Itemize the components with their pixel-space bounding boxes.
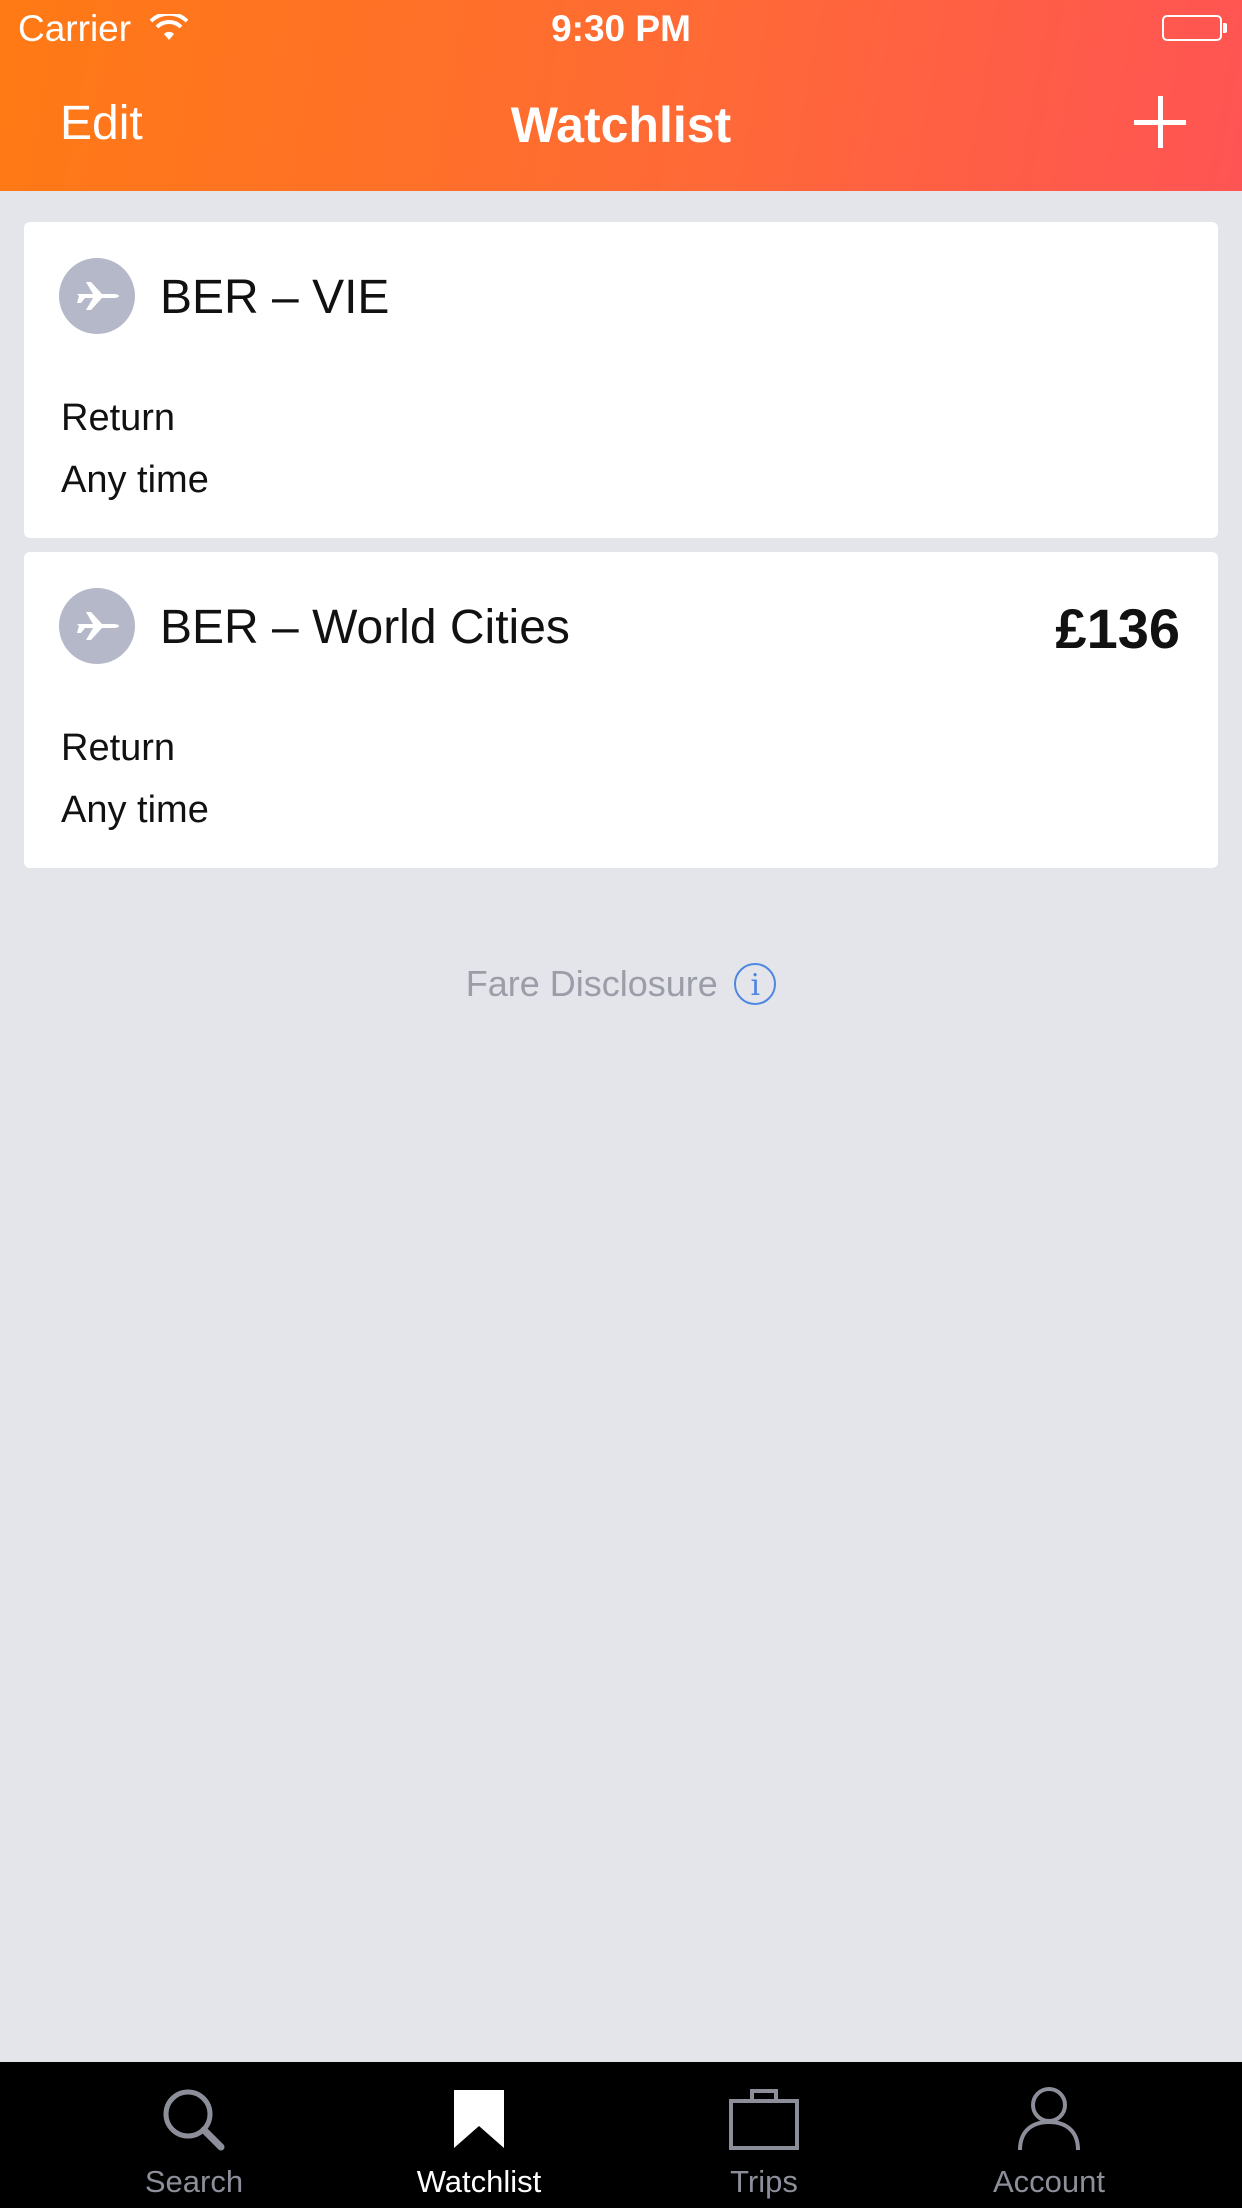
tab-label: Account	[992, 2164, 1105, 2199]
tab-label: Search	[144, 2164, 244, 2199]
search-icon	[52, 2086, 336, 2152]
status-time: 9:30 PM	[551, 8, 691, 49]
page-title: Watchlist	[510, 97, 732, 153]
tab-watchlist[interactable]: Watchlist	[337, 2062, 621, 2208]
tab-trips[interactable]: Trips	[622, 2062, 906, 2208]
tab-label: Watchlist	[416, 2164, 542, 2199]
info-icon[interactable]: i	[734, 963, 777, 1005]
tab-search[interactable]: Search	[52, 2062, 336, 2208]
route-name: BER – VIE	[160, 271, 390, 324]
airplane-icon	[59, 258, 135, 334]
status-bar: Carrier 9:30 PM	[0, 0, 1242, 60]
watchlist-item[interactable]: BER – VIE Return Any time	[24, 222, 1218, 538]
person-icon	[907, 2086, 1191, 2152]
watchlist-item[interactable]: BER – World Cities £136 Return Any time	[24, 552, 1218, 868]
airplane-icon	[59, 588, 135, 664]
plus-icon[interactable]	[1134, 96, 1186, 148]
trip-type: Return	[61, 727, 176, 769]
trip-time: Any time	[61, 789, 209, 831]
tab-label: Trips	[730, 2164, 798, 2199]
tab-bar: Search Watchlist Trips Account	[0, 2062, 1242, 2208]
route-price: £136	[1055, 597, 1180, 660]
battery-icon	[1162, 15, 1228, 45]
tab-account[interactable]: Account	[907, 2062, 1191, 2208]
trip-time: Any time	[61, 459, 209, 501]
bookmark-icon	[337, 2086, 621, 2152]
briefcase-icon	[622, 2086, 906, 2152]
fare-disclosure[interactable]: Fare Disclosure i	[0, 963, 1242, 1005]
route-name: BER – World Cities	[160, 601, 570, 654]
fare-disclosure-label[interactable]: Fare Disclosure	[466, 963, 718, 1004]
navigation-header: Carrier 9:30 PM Edit Watchlist	[0, 0, 1242, 191]
trip-type: Return	[61, 397, 176, 439]
edit-button[interactable]: Edit	[60, 96, 143, 151]
